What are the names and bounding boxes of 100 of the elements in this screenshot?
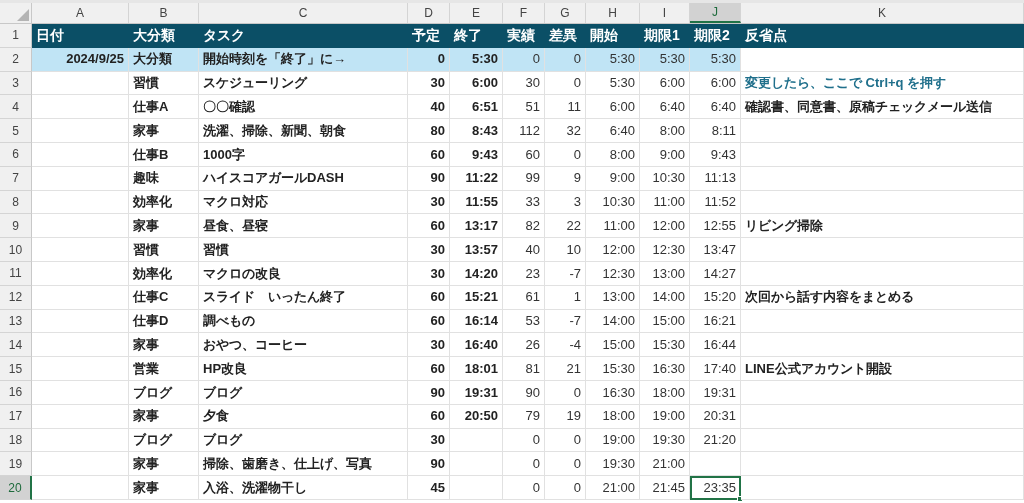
row-header[interactable]: 13 <box>0 309 32 334</box>
table-cell: 19:00 <box>586 428 640 453</box>
header-cell: 開始 <box>586 24 640 48</box>
table-cell: 0 <box>545 452 586 477</box>
table-cell: 8:11 <box>690 119 741 143</box>
table-cell: 19:30 <box>640 428 690 453</box>
header-cell: 実績 <box>503 24 545 48</box>
table-cell: 習慣 <box>129 238 199 262</box>
header-cell: 反省点 <box>741 24 1024 48</box>
row-header[interactable]: 6 <box>0 143 32 167</box>
header-cell: 期限2 <box>690 24 741 48</box>
table-cell: 60 <box>408 309 450 334</box>
table-cell: 19 <box>545 404 586 429</box>
table-cell: 11:00 <box>640 190 690 215</box>
row-header[interactable]: 20 <box>0 476 32 500</box>
row-header[interactable]: 4 <box>0 95 32 120</box>
column-header[interactable]: A <box>32 3 129 23</box>
column-header[interactable]: J <box>690 3 741 23</box>
row-header[interactable]: 3 <box>0 71 32 96</box>
row-header[interactable]: 7 <box>0 166 32 191</box>
table-cell: 12:00 <box>586 238 640 262</box>
table-cell: ブログ <box>199 380 408 405</box>
table-cell: 0 <box>503 452 545 477</box>
table-cell: 21:00 <box>586 476 640 500</box>
table-cell: 21:45 <box>640 476 690 500</box>
row-header[interactable]: 10 <box>0 238 32 262</box>
column-header[interactable]: K <box>741 3 1024 23</box>
table-cell: 0 <box>503 476 545 500</box>
table-cell: 90 <box>408 380 450 405</box>
row-header[interactable]: 17 <box>0 404 32 429</box>
table-cell: 0 <box>545 428 586 453</box>
table-cell: 23:35 <box>690 476 741 500</box>
table-cell: 2024/9/25 <box>32 47 129 72</box>
table-cell: 仕事B <box>129 143 199 167</box>
row-header[interactable]: 8 <box>0 190 32 215</box>
table-cell: 11:13 <box>690 166 741 191</box>
table-cell: 6:40 <box>586 119 640 143</box>
corner-triangle-icon <box>17 9 29 21</box>
row-header[interactable]: 16 <box>0 380 32 405</box>
column-header[interactable]: H <box>586 3 640 23</box>
table-cell: 9 <box>545 166 586 191</box>
table-cell: 32 <box>545 119 586 143</box>
row-header[interactable]: 15 <box>0 357 32 381</box>
row-header[interactable]: 19 <box>0 452 32 477</box>
table-cell: 仕事D <box>129 309 199 334</box>
table-cell: 19:31 <box>450 380 503 405</box>
header-cell: 大分類 <box>129 24 199 48</box>
table-cell: 6:00 <box>586 95 640 120</box>
table-cell: 6:00 <box>690 71 741 96</box>
table-cell: 60 <box>408 357 450 381</box>
table-cell: スライド いったん終了 <box>199 285 408 310</box>
column-header[interactable]: B <box>129 3 199 23</box>
row-header[interactable]: 12 <box>0 285 32 310</box>
column-header[interactable]: G <box>545 3 586 23</box>
column-header[interactable]: F <box>503 3 545 23</box>
table-cell: 5:30 <box>640 47 690 72</box>
row-header[interactable]: 11 <box>0 261 32 286</box>
table-cell: 15:20 <box>690 285 741 310</box>
table-cell: 11:55 <box>450 190 503 215</box>
table-cell: 51 <box>503 95 545 120</box>
table-cell: 112 <box>503 119 545 143</box>
table-cell: 0 <box>545 380 586 405</box>
table-cell: 12:55 <box>690 214 741 239</box>
table-cell: 80 <box>408 119 450 143</box>
header-cell: タスク <box>199 24 408 48</box>
table-cell: 10 <box>545 238 586 262</box>
table-cell: 開始時刻を「終了」に→ <box>199 47 408 72</box>
table-cell: 6:51 <box>450 95 503 120</box>
table-cell: 10:30 <box>640 166 690 191</box>
row-header[interactable]: 2 <box>0 47 32 72</box>
table-cell: 15:30 <box>586 357 640 381</box>
table-cell: 13:57 <box>450 238 503 262</box>
table-cell: 23 <box>503 261 545 286</box>
table-cell: 8:43 <box>450 119 503 143</box>
table-cell: 9:00 <box>586 166 640 191</box>
table-cell: 家事 <box>129 476 199 500</box>
row-header[interactable]: 5 <box>0 119 32 143</box>
row-header[interactable]: 18 <box>0 428 32 453</box>
table-cell: おやつ、コーヒー <box>199 333 408 358</box>
table-cell: 確認書、同意書、原稿チェックメール送信 <box>741 95 1024 120</box>
table-cell: 夕食 <box>199 404 408 429</box>
table-cell: 6:00 <box>640 71 690 96</box>
table-cell: 13:17 <box>450 214 503 239</box>
row-header[interactable]: 14 <box>0 333 32 358</box>
table-cell: 家事 <box>129 119 199 143</box>
table-cell: 6:00 <box>450 71 503 96</box>
table-cell: 1 <box>545 285 586 310</box>
table-cell: 17:40 <box>690 357 741 381</box>
table-cell: 0 <box>408 47 450 72</box>
table-cell: 習慣 <box>129 71 199 96</box>
table-cell: 1000字 <box>199 143 408 167</box>
column-header[interactable]: C <box>199 3 408 23</box>
table-cell: 習慣 <box>199 238 408 262</box>
row-header[interactable]: 9 <box>0 214 32 239</box>
table-cell: 次回から話す内容をまとめる <box>741 285 1024 310</box>
table-cell: 79 <box>503 404 545 429</box>
column-header[interactable]: E <box>450 3 503 23</box>
table-cell: LINE公式アカウント開設 <box>741 357 1024 381</box>
row-header[interactable]: 1 <box>0 24 32 48</box>
column-header[interactable]: D <box>408 3 450 23</box>
